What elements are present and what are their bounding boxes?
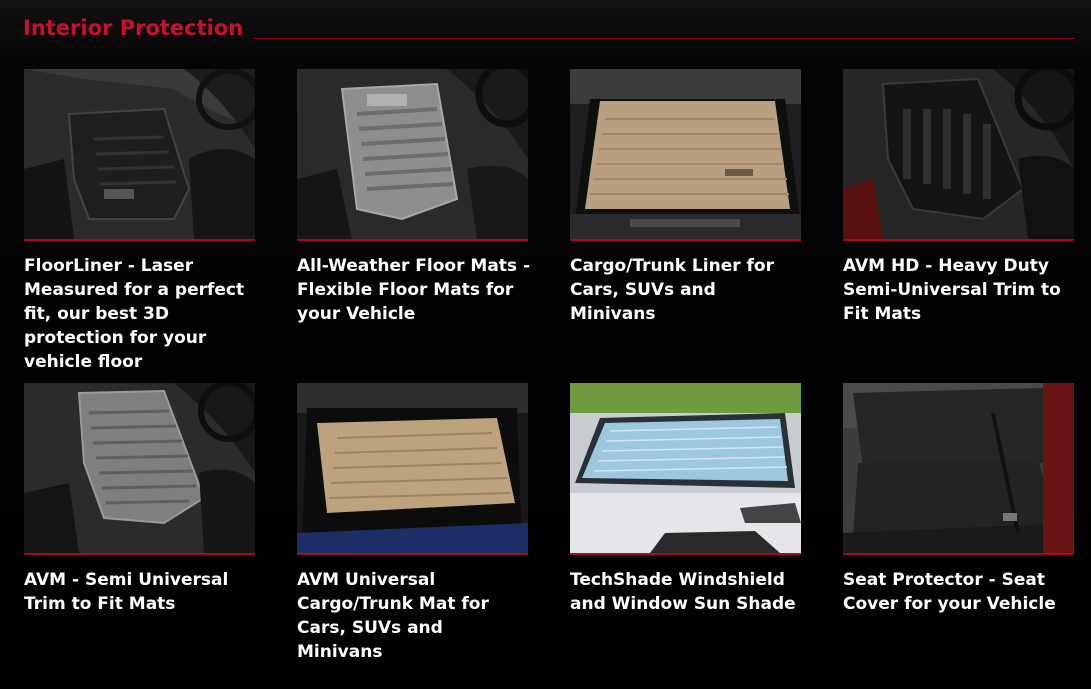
section-header: Interior Protection — [23, 14, 1075, 42]
product-title[interactable]: AVM HD - Heavy Duty Semi-Universal Trim … — [843, 254, 1079, 326]
product-card-all-weather[interactable]: All-Weather Floor Mats - Flexible Floor … — [297, 69, 530, 326]
all-weather-mat-photo-icon[interactable] — [297, 69, 528, 241]
product-title[interactable]: Seat Protector - Seat Cover for your Veh… — [843, 568, 1079, 616]
product-card-avm-cargo[interactable]: AVM Universal Cargo/Trunk Mat for Cars, … — [297, 383, 528, 664]
section-divider — [254, 38, 1075, 39]
cargo-liner-photo-icon[interactable] — [570, 69, 801, 241]
seat-protector-photo-icon[interactable] — [843, 383, 1074, 555]
avm-hd-mat-photo-icon[interactable] — [843, 69, 1074, 241]
product-card-seat-protector[interactable]: Seat Protector - Seat Cover for your Veh… — [843, 383, 1074, 616]
product-title[interactable]: FloorLiner - Laser Measured for a perfec… — [24, 254, 260, 374]
product-card-avm[interactable]: AVM - Semi Universal Trim to Fit Mats — [24, 383, 255, 616]
avm-mat-photo-icon[interactable] — [24, 383, 255, 555]
product-card-avm-hd[interactable]: AVM HD - Heavy Duty Semi-Universal Trim … — [843, 69, 1074, 326]
product-title[interactable]: AVM - Semi Universal Trim to Fit Mats — [24, 568, 260, 616]
floorliner-photo-icon[interactable] — [24, 69, 255, 241]
product-card-techshade[interactable]: TechShade Windshield and Window Sun Shad… — [570, 383, 801, 616]
techshade-photo-icon[interactable] — [570, 383, 801, 555]
avm-cargo-mat-photo-icon[interactable] — [297, 383, 528, 555]
section-title: Interior Protection — [23, 16, 244, 40]
product-title[interactable]: All-Weather Floor Mats - Flexible Floor … — [297, 254, 533, 326]
product-card-cargo-liner[interactable]: Cargo/Trunk Liner for Cars, SUVs and Min… — [570, 69, 801, 326]
product-title[interactable]: AVM Universal Cargo/Trunk Mat for Cars, … — [297, 568, 533, 664]
product-title[interactable]: Cargo/Trunk Liner for Cars, SUVs and Min… — [570, 254, 806, 326]
product-title[interactable]: TechShade Windshield and Window Sun Shad… — [570, 568, 806, 616]
product-card-floorliner[interactable]: FloorLiner - Laser Measured for a perfec… — [24, 69, 255, 374]
